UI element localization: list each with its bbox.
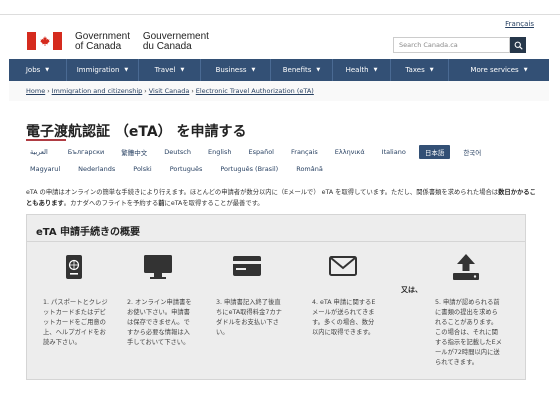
steps-panel-header: eTA 申請手続きの概要 xyxy=(27,215,525,242)
breadcrumb-separator-icon: › xyxy=(144,88,147,95)
menu-item-label: More services xyxy=(470,66,519,74)
chevron-down-icon: ▼ xyxy=(523,67,528,73)
government-signature[interactable]: Government of Canada Gouvernement du Can… xyxy=(27,32,209,52)
title-underline xyxy=(26,139,66,141)
top-divider xyxy=(0,14,560,15)
menu-item-more-services[interactable]: More services ▼ xyxy=(449,59,549,81)
main-menu: Jobs ▼ Immigration ▼ Travel ▼ Business ▼ Benefit… xyxy=(9,59,549,81)
search-icon xyxy=(514,41,523,50)
language-link-current[interactable]: 日本語 xyxy=(418,145,451,159)
language-toggle-link[interactable]: Français xyxy=(505,20,534,28)
language-link[interactable]: Polski xyxy=(133,162,151,176)
intro-paragraph: eTA の申請はオンラインの簡単な手続きにより行えます。ほとんどの申請者が数分以… xyxy=(26,187,536,209)
language-link[interactable]: English xyxy=(208,145,231,159)
menu-item-label: Travel xyxy=(154,66,176,74)
intro-text-3: にeTAを取得することが最善です。 xyxy=(164,200,264,207)
step-1-text: 1. パスポートとクレジットカードまたはデビットカードをご用意の上、ヘルプガイド… xyxy=(43,299,108,346)
language-link[interactable]: Português xyxy=(170,162,203,176)
menu-item-jobs[interactable]: Jobs ▼ xyxy=(9,59,67,81)
intro-text-2: 。カナダへのフライトを予約する xyxy=(63,200,159,207)
intro-text-1: eTA の申請はオンラインの簡単な手続きにより行えます。ほとんどの申請者が数分以… xyxy=(26,189,499,196)
menu-item-immigration[interactable]: Immigration ▼ xyxy=(67,59,139,81)
steps-panel: eTA 申請手続きの概要 1. パスポートとクレジットカードまたはデビットカード… xyxy=(26,214,526,380)
chevron-down-icon: ▼ xyxy=(316,67,321,73)
breadcrumb-link[interactable]: Immigration and citizenship xyxy=(52,87,143,95)
language-link[interactable]: Italiano xyxy=(382,145,406,159)
monitor-icon xyxy=(143,253,173,283)
language-link[interactable]: Español xyxy=(248,145,274,159)
language-link[interactable]: Magyarul xyxy=(30,162,60,176)
page-title: 電子渡航認証 （eTA） を申請する xyxy=(26,124,247,140)
language-link[interactable]: Nederlands xyxy=(78,162,115,176)
step-3-text: 3. 申請書記入終了後直ちにeTA取得料金7カナダドルをお支払い下さい。 xyxy=(216,299,282,336)
breadcrumb: Home › Immigration and citizenship › Visit C… xyxy=(26,87,314,95)
chevron-down-icon: ▼ xyxy=(251,67,256,73)
step-1: 1. パスポートとクレジットカードまたはデビットカードをご用意の上、ヘルプガイド… xyxy=(43,253,108,346)
search-button[interactable] xyxy=(510,37,526,53)
envelope-icon xyxy=(328,253,358,283)
government-wordmark: Government of Canada Gouvernement du Can… xyxy=(75,32,209,52)
credit-card-icon xyxy=(232,253,262,283)
search-input[interactable]: Search Canada.ca xyxy=(393,37,510,53)
language-link[interactable]: العربية xyxy=(30,145,48,159)
language-link[interactable]: Български xyxy=(68,145,104,159)
menu-item-label: Taxes xyxy=(405,66,425,74)
step-4: 4. eTA 申請に関するEメールが送られてきます。多くの場合、数分以内に取得で… xyxy=(312,253,375,336)
language-link[interactable]: Ελληνικά xyxy=(335,145,365,159)
menu-item-business[interactable]: Business ▼ xyxy=(201,59,271,81)
step-2: 2. オンライン申請書をお使い下さい。申請書は保存できません。ですから必要な情報… xyxy=(127,253,192,346)
steps-panel-title: eTA 申請手続きの概要 xyxy=(36,227,141,238)
breadcrumb-link[interactable]: Visit Canada xyxy=(149,87,190,95)
language-list-row-2: Magyarul Nederlands Polski Português Portugu… xyxy=(30,162,530,176)
breadcrumb-separator-icon: › xyxy=(191,88,194,95)
language-list-row-1: العربية Български 繁體中文 Deutsch English Españo… xyxy=(30,145,530,159)
language-link[interactable]: Français xyxy=(291,145,318,159)
step-2-text: 2. オンライン申請書をお使い下さい。申請書は保存できません。ですから必要な情報… xyxy=(127,299,192,346)
fip-en-line2: of Canada xyxy=(75,41,122,52)
chevron-down-icon: ▼ xyxy=(429,67,434,73)
chevron-down-icon: ▼ xyxy=(124,67,129,73)
menu-item-taxes[interactable]: Taxes ▼ xyxy=(391,59,449,81)
or-label: 又は、 xyxy=(401,286,422,294)
chevron-down-icon: ▼ xyxy=(180,67,185,73)
language-link[interactable]: 한국어 xyxy=(463,145,481,159)
menu-item-label: Jobs xyxy=(25,66,41,74)
breadcrumb-link[interactable]: Electronic Travel Authorization (eTA) xyxy=(196,87,314,95)
step-4-text: 4. eTA 申請に関するEメールが送られてきます。多くの場合、数分以内に取得で… xyxy=(312,299,376,336)
step-3: 3. 申請書記入終了後直ちにeTA取得料金7カナダドルをお支払い下さい。 xyxy=(216,253,282,336)
menu-item-label: Business xyxy=(215,66,247,74)
upload-icon xyxy=(451,253,481,283)
site-search: Search Canada.ca xyxy=(393,37,526,53)
language-link[interactable]: Română xyxy=(296,162,323,176)
menu-item-benefits[interactable]: Benefits ▼ xyxy=(271,59,333,81)
breadcrumb-bar: Home › Immigration and citizenship › Visit C… xyxy=(9,81,549,101)
canada-flag-icon xyxy=(27,32,62,50)
language-link[interactable]: Português (Brasil) xyxy=(220,162,278,176)
language-link[interactable]: Deutsch xyxy=(164,145,191,159)
step-5: 5. 申請が認められる前に書類の提出を求められることがあります。この場合は、それ… xyxy=(435,253,502,366)
menu-item-label: Immigration xyxy=(76,66,120,74)
breadcrumb-link[interactable]: Home xyxy=(26,87,45,95)
menu-item-label: Health xyxy=(345,66,369,74)
menu-item-health[interactable]: Health ▼ xyxy=(333,59,391,81)
menu-item-travel[interactable]: Travel ▼ xyxy=(139,59,201,81)
step-5-text: 5. 申請が認められる前に書類の提出を求められることがあります。この場合は、それ… xyxy=(435,299,502,366)
fip-fr-line2: du Canada xyxy=(142,41,192,52)
menu-item-label: Benefits xyxy=(282,66,312,74)
chevron-down-icon: ▼ xyxy=(45,67,50,73)
passport-icon xyxy=(59,253,89,283)
language-link[interactable]: 繁體中文 xyxy=(121,145,147,159)
chevron-down-icon: ▼ xyxy=(373,67,378,73)
breadcrumb-separator-icon: › xyxy=(47,88,50,95)
